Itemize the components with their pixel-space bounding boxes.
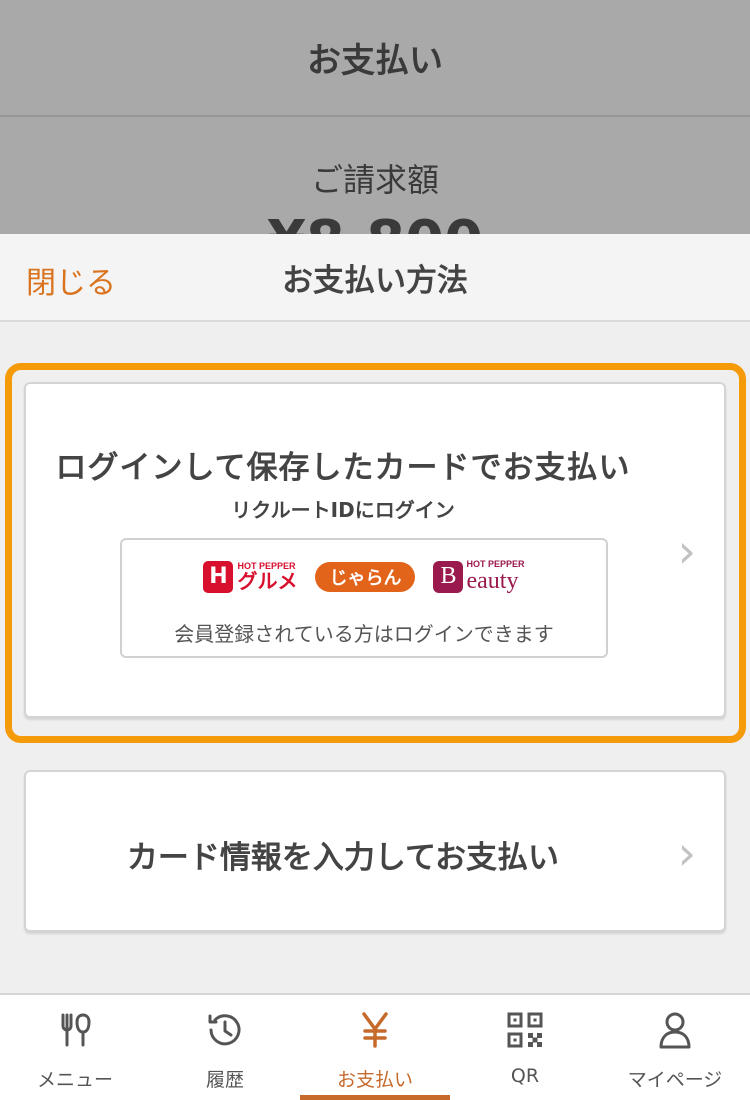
tab-menu-label: メニュー	[36, 1069, 113, 1091]
jalan-brand-name: じゃらん	[329, 567, 402, 589]
payment-method-sheet: 閉じる お支払い方法 ログインして保存したカードでお支払い リクルートIDにログ…	[0, 234, 750, 994]
fork-knife-icon	[55, 1009, 95, 1051]
tab-payment-label: お支払い	[336, 1069, 413, 1091]
gourmet-brand-name: グルメ	[237, 569, 298, 593]
tab-mypage[interactable]: マイページ	[600, 995, 750, 1100]
jalan-logo: じゃらん	[315, 561, 416, 592]
sheet-title: お支払い方法	[282, 262, 468, 299]
tab-qr-label: QR	[510, 1065, 540, 1087]
bottom-tab-bar: メニュー 履歴 お支払い QR マイページ	[0, 993, 750, 1100]
chevron-right-icon: ›	[677, 524, 696, 578]
beauty-b-icon: B	[433, 560, 464, 593]
background-payment-page: お支払い ご請求額 ¥8,800	[0, 0, 750, 240]
qr-code-icon	[505, 1009, 545, 1051]
close-button[interactable]: 閉じる	[26, 258, 116, 302]
chevron-right-icon: ›	[677, 826, 696, 880]
tab-mypage-label: マイページ	[627, 1069, 723, 1091]
login-option-title: ログインして保存したカードでお支払い	[55, 450, 631, 486]
service-logos: H HOT PEPPER グルメ じゃらん B HOT PEPPER eauty	[122, 560, 606, 593]
manual-card-payment-option[interactable]: カード情報を入力してお支払い ›	[24, 770, 726, 932]
tab-qr[interactable]: QR	[450, 995, 600, 1100]
background-header: お支払い	[0, 0, 750, 117]
gourmet-h-icon: H	[203, 560, 234, 593]
sheet-header: 閉じる お支払い方法	[0, 234, 750, 322]
tab-history[interactable]: 履歴	[150, 995, 300, 1100]
member-note: 会員登録されている方はログインできます	[174, 622, 554, 646]
login-option-subtitle: リクルートIDにログイン	[231, 498, 455, 522]
yen-icon	[355, 1009, 395, 1051]
manual-option-title: カード情報を入力してお支払い	[126, 840, 560, 876]
tab-history-label: 履歴	[205, 1069, 244, 1091]
amount-label: ご請求額	[310, 161, 439, 199]
background-title: お支払い	[307, 41, 443, 81]
member-services-box: H HOT PEPPER グルメ じゃらん B HOT PEPPER eauty	[120, 538, 608, 658]
beauty-brand-name: eauty	[466, 568, 519, 594]
tab-payment[interactable]: お支払い	[300, 995, 450, 1100]
hotpepper-gourmet-logo: H HOT PEPPER グルメ	[203, 560, 298, 593]
tab-menu[interactable]: メニュー	[0, 995, 150, 1100]
user-icon	[655, 1009, 695, 1051]
login-payment-option[interactable]: ログインして保存したカードでお支払い リクルートIDにログイン H HOT PE…	[24, 382, 726, 718]
history-icon	[205, 1009, 245, 1051]
hotpepper-beauty-logo: B HOT PEPPER eauty	[433, 560, 525, 594]
